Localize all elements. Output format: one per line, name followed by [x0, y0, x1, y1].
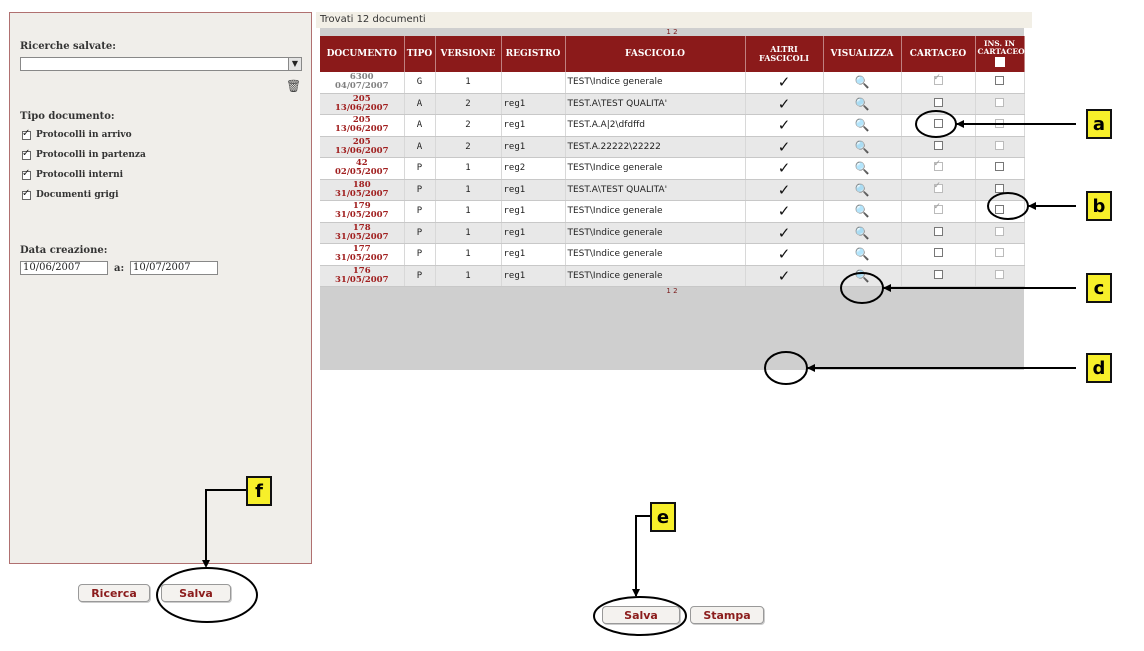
- arrowhead-b: [1028, 202, 1036, 210]
- arrowhead-a: [956, 120, 964, 128]
- arrowhead-e: [632, 589, 640, 597]
- arrow-line-f: [205, 489, 246, 566]
- arrowhead-f: [202, 560, 210, 568]
- highlight-ellipse-f: [156, 567, 258, 623]
- highlight-ellipse-e: [593, 596, 687, 636]
- arrow-line-e: [635, 515, 650, 596]
- annotation-overlay: [156, 110, 1076, 636]
- highlight-ellipse-d: [764, 351, 808, 385]
- highlight-ellipse-a: [915, 110, 957, 138]
- callout-d: d: [1086, 353, 1112, 383]
- callout-c: c: [1086, 273, 1112, 303]
- callout-e: e: [650, 502, 676, 532]
- highlight-ellipse-c: [840, 272, 884, 304]
- arrowhead-d: [807, 364, 815, 372]
- highlight-ellipse-b: [987, 192, 1029, 220]
- callout-b: b: [1086, 191, 1112, 221]
- callout-a: a: [1086, 109, 1112, 139]
- callout-f: f: [246, 476, 272, 506]
- arrowhead-c: [883, 284, 891, 292]
